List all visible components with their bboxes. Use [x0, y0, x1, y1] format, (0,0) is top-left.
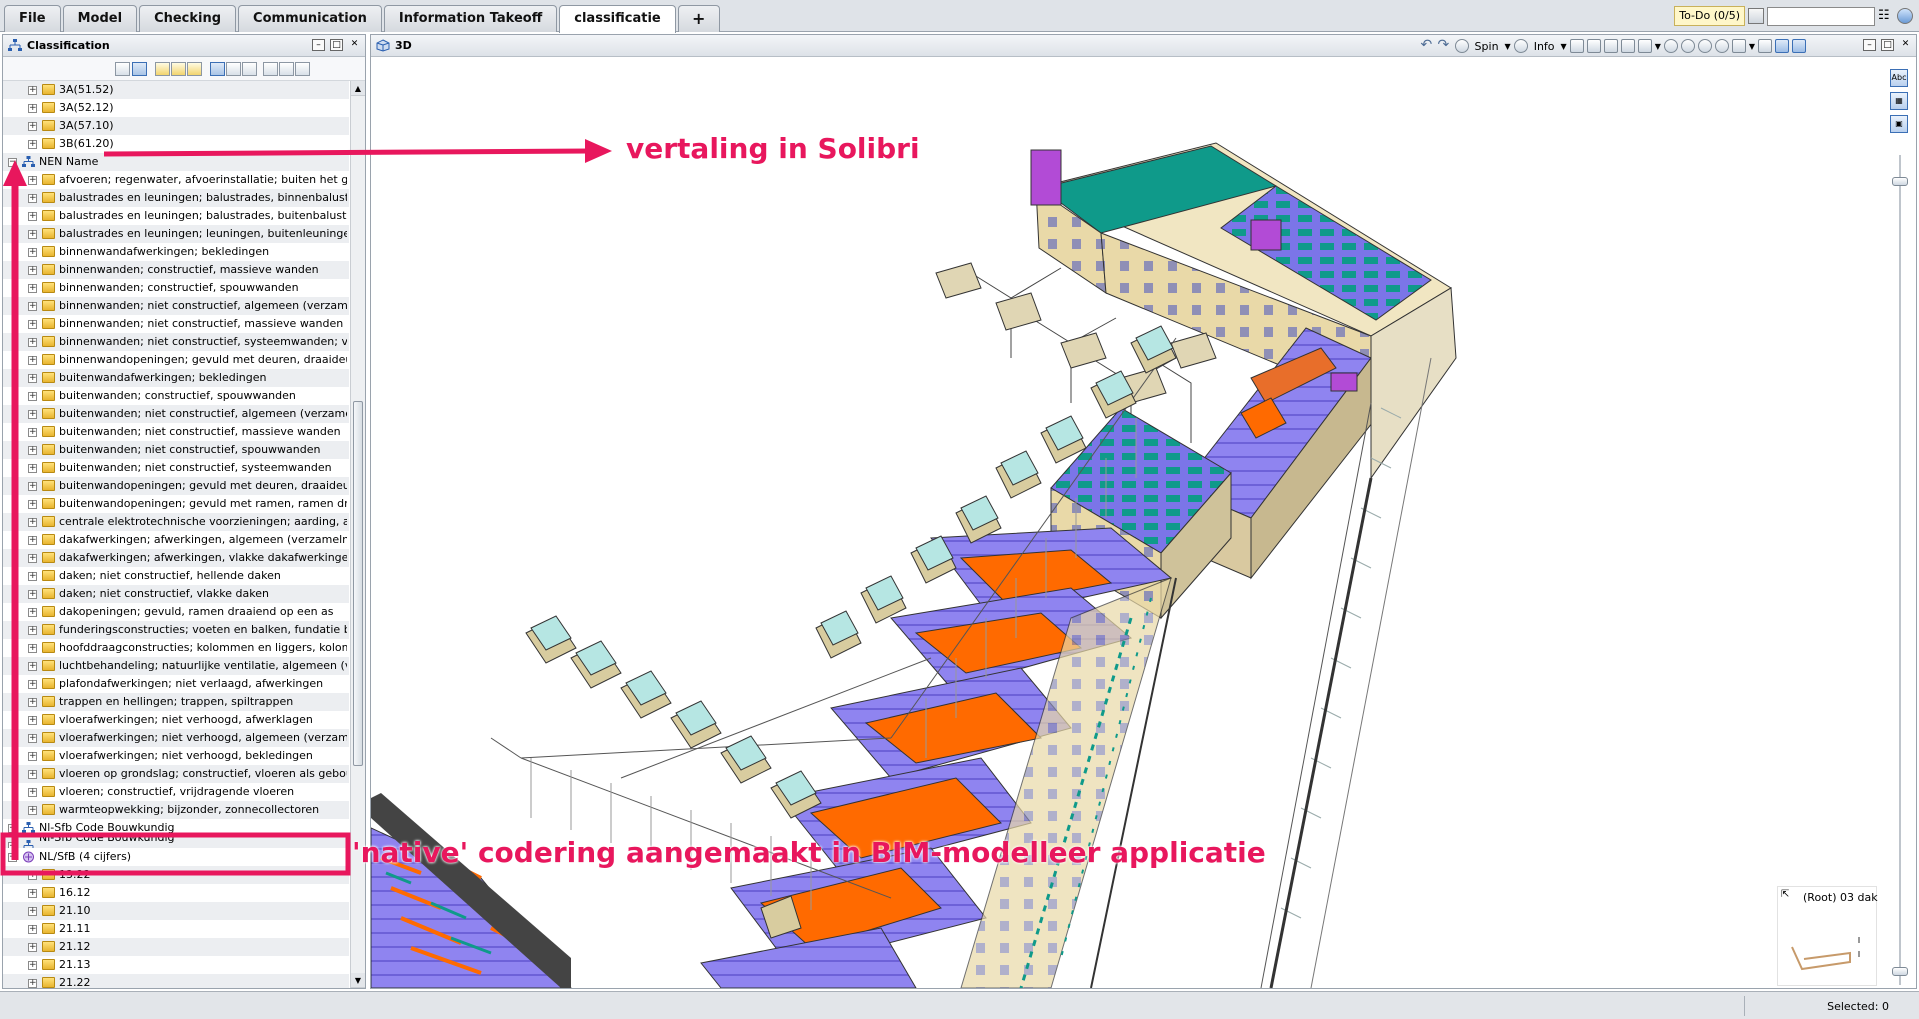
native-annotation: 'native' codering aangemaakt in BIM-mode… [352, 836, 1266, 869]
vertical-arrow-head [3, 160, 27, 186]
translation-arrow-head [585, 139, 612, 163]
solibri-window: File Model Checking Communication Informatio… [0, 0, 1919, 1019]
translation-annotation: vertaling in Solibri [626, 132, 920, 165]
native-highlight-box [0, 832, 351, 876]
translation-arrow-line [103, 148, 591, 157]
